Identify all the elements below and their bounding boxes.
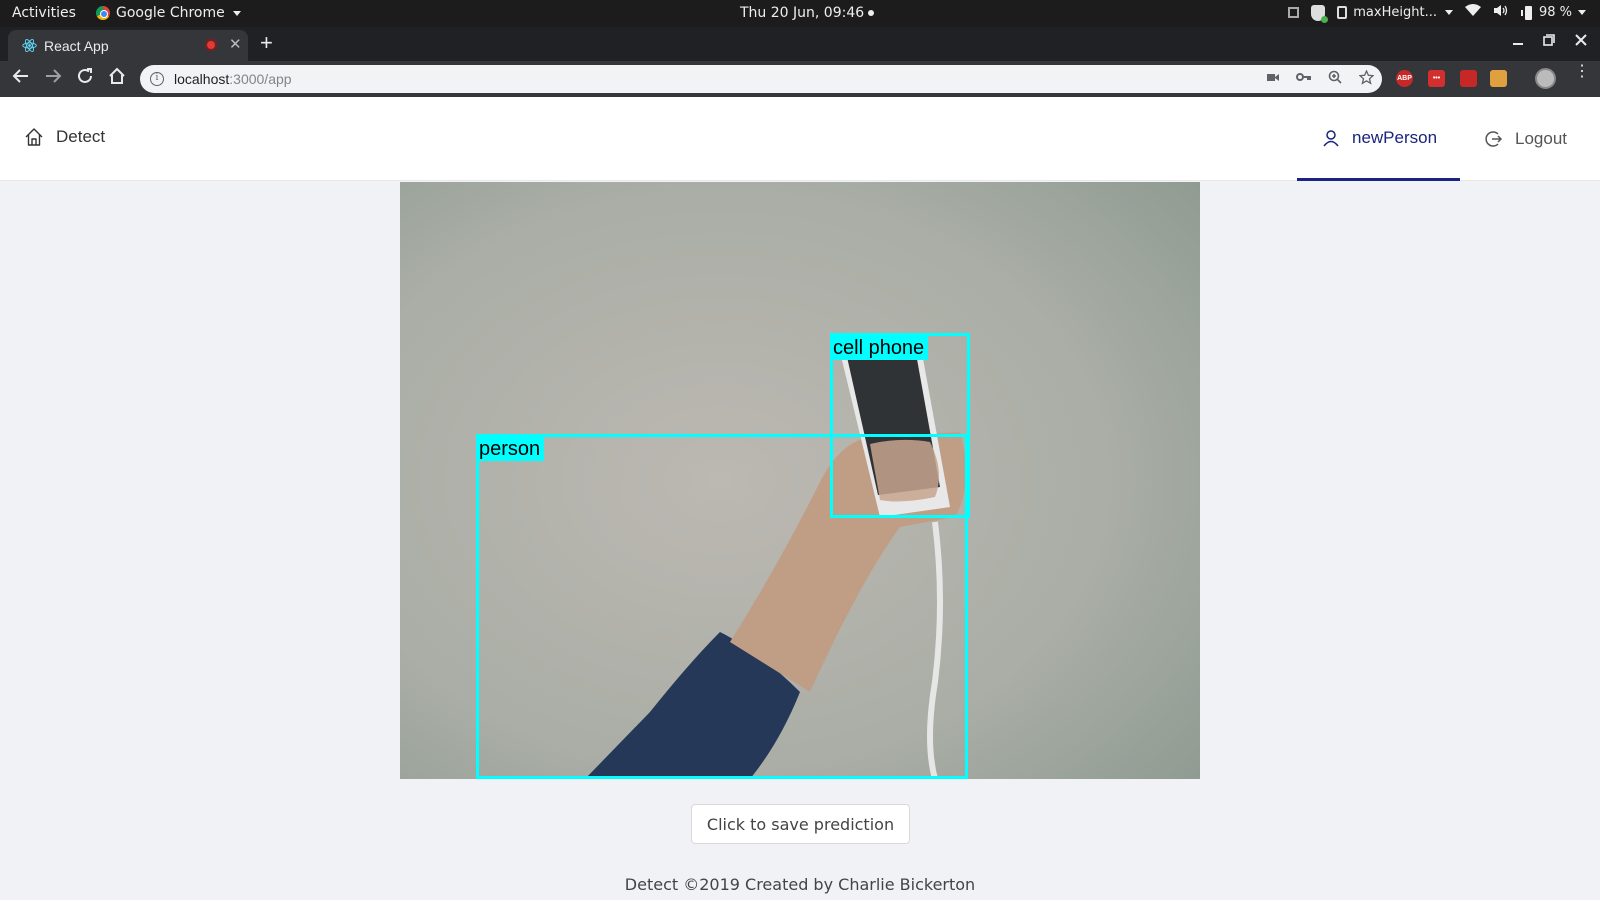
adblock-extension-icon[interactable]: ABP [1396,70,1413,87]
minimize-icon[interactable] [1512,33,1524,50]
save-prediction-button[interactable]: Click to save prediction [691,804,910,844]
reload-icon[interactable] [76,67,94,90]
battery-level: 98 % [1538,5,1572,20]
camera-icon[interactable] [1266,70,1280,87]
more-menu-icon[interactable]: ⋮ [1574,64,1590,80]
forward-arrow-icon[interactable] [44,67,62,90]
battery-icon [1520,5,1532,20]
extension-icon[interactable] [1460,70,1477,87]
camera-view: cell phone person [400,182,1200,779]
volume-icon[interactable] [1493,4,1509,21]
logout-icon [1485,131,1503,147]
lastpass-extension-icon[interactable]: ••• [1428,70,1445,87]
window-title: maxHeight... [1353,5,1437,20]
chrome-icon [96,6,110,20]
bookmark-star-icon[interactable] [1358,69,1375,88]
user-icon [1323,129,1339,146]
detection-label: person [479,437,545,461]
battery-indicator[interactable]: 98 % [1520,5,1586,21]
clock-text: Thu 20 Jun, 09:46 [740,5,865,21]
system-top-bar: Activities Google Chrome Thu 20 Jun, 09:… [0,0,1600,27]
zoom-icon[interactable] [1328,70,1342,87]
app-header: Detect newPerson Logout [0,97,1600,181]
home-link[interactable]: Detect [24,127,105,147]
user-menu-label: newPerson [1352,127,1438,147]
react-icon [22,39,37,52]
new-tab-button[interactable]: + [260,30,273,56]
app-menu-label: Google Chrome [116,5,225,21]
url-host: localhost [174,71,230,87]
wifi-icon[interactable] [1464,4,1481,21]
chevron-down-icon [1578,10,1586,15]
close-window-icon[interactable] [1575,33,1587,50]
chevron-down-icon [1444,10,1453,15]
window-menu[interactable]: maxHeight... [1337,5,1453,20]
notification-dot-icon [868,10,875,16]
tab-strip: React App ✕ + [0,27,1600,61]
page-footer: Detect ©2019 Created by Charlie Bickerto… [0,873,1600,900]
back-arrow-icon[interactable] [12,67,30,90]
recording-icon [205,39,217,51]
detection-label: cell phone [833,336,929,360]
logout-label: Logout [1515,129,1567,148]
clock[interactable]: Thu 20 Jun, 09:46 [740,5,875,21]
url-text: localhost:3000/app [174,71,292,87]
activities-button[interactable]: Activities [12,5,76,21]
app-menu[interactable]: Google Chrome [96,5,241,21]
address-bar[interactable]: i localhost:3000/app [140,65,1382,93]
url-path: :3000/app [229,71,292,87]
key-icon[interactable] [1296,70,1312,87]
workspace-indicator-icon[interactable] [1288,7,1300,18]
user-menu-item[interactable]: newPerson [1297,97,1460,181]
browser-tab[interactable]: React App ✕ [8,30,248,61]
info-icon[interactable]: i [150,72,164,86]
chevron-down-icon [232,10,241,16]
clipboard-icon [1337,6,1348,19]
brand-label: Detect [56,127,106,146]
profile-avatar[interactable] [1535,68,1556,89]
home-icon [25,128,43,146]
restore-icon[interactable] [1543,33,1555,50]
browser-toolbar: i localhost:3000/app ABP ••• ⋮ [0,61,1600,97]
honey-extension-icon[interactable] [1490,70,1507,87]
detection-box-person: person [476,434,968,779]
tab-title: React App [44,38,109,54]
logout-menu-item[interactable]: Logout [1483,97,1600,181]
home-icon[interactable] [108,67,126,90]
close-tab-icon[interactable]: ✕ [229,35,242,53]
system-tray: maxHeight... 98 % [1288,4,1586,23]
shield-icon[interactable] [1311,4,1329,23]
